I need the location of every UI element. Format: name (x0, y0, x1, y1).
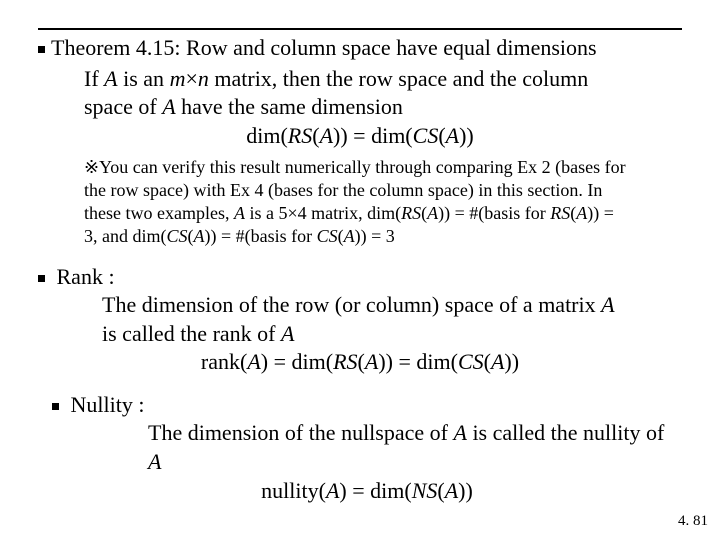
text: space of (84, 94, 162, 119)
text: )) = (587, 203, 614, 223)
note-line-2: the row space) with Ex 4 (bases for the … (84, 180, 602, 200)
var-A: A (281, 321, 294, 346)
rank-heading: Rank : (57, 264, 115, 289)
var-A: A (194, 226, 205, 246)
rs: RS (401, 203, 421, 223)
var-A: A (247, 349, 260, 374)
var-A: A (320, 123, 333, 148)
nullity-line-1: The dimension of the nullspace of A is c… (148, 419, 682, 476)
cs: CS (458, 349, 484, 374)
text: )) (458, 478, 473, 503)
rank-equation: rank(A) = dim(RS(A)) = dim(CS(A)) (38, 348, 682, 377)
text: The dimension of the nullspace of (148, 420, 453, 445)
text: is called the rank of (102, 321, 281, 346)
text: )) = 3 (355, 226, 395, 246)
text: )) = #(basis for (438, 203, 550, 223)
theorem-equation: dim(RS(A)) = dim(CS(A)) (38, 122, 682, 151)
text: have the same dimension (176, 94, 403, 119)
rs: RS (333, 349, 357, 374)
var-A: A (344, 226, 355, 246)
text: ) = dim( (339, 478, 411, 503)
var-A: A (365, 349, 378, 374)
square-bullet-icon (52, 403, 59, 410)
nullity-equation: nullity(A) = dim(NS(A)) (52, 477, 682, 506)
text: nullity( (261, 478, 326, 503)
rank-heading-line: Rank : (38, 263, 682, 292)
rank-block: Rank : The dimension of the row (or colu… (38, 263, 682, 377)
rank-line-1: The dimension of the row (or column) spa… (102, 291, 682, 320)
text: matrix, then the row space and the colum… (209, 66, 588, 91)
var-A: A (445, 478, 458, 503)
text: )) (459, 123, 474, 148)
text: is called the nullity of (467, 420, 664, 445)
var-A: A (601, 292, 614, 317)
text: )) = #(basis for (205, 226, 317, 246)
var-A: A (453, 420, 466, 445)
text: )) = dim( (378, 349, 458, 374)
var-A: A (326, 478, 339, 503)
nullity-heading: Nullity : (71, 392, 145, 417)
nullity-block: Nullity : The dimension of the nullspace… (52, 391, 682, 505)
ns: NS (412, 478, 438, 503)
text: )) = dim( (333, 123, 413, 148)
var-A: A (427, 203, 438, 223)
text: is a 5×4 matrix, dim( (245, 203, 401, 223)
theorem-title-line: Theorem 4.15: Row and column space have … (38, 34, 682, 63)
var-A: A (446, 123, 459, 148)
text: The dimension of the row (or column) spa… (102, 292, 601, 317)
var-n: n (198, 66, 209, 91)
square-bullet-icon (38, 46, 45, 53)
rank-line-2: is called the rank of A (102, 320, 682, 349)
text: )) (504, 349, 519, 374)
text: If (84, 66, 104, 91)
text: ( (312, 123, 319, 148)
var-m: m (170, 66, 186, 91)
theorem-title: Theorem 4.15: Row and column space have … (51, 35, 597, 60)
text: dim( (246, 123, 288, 148)
cs: CS (413, 123, 439, 148)
text: ( (484, 349, 491, 374)
var-A: A (148, 449, 161, 474)
cs: CS (317, 226, 338, 246)
text: ( (437, 478, 444, 503)
theorem-body-1: If A is an m×n matrix, then the row spac… (84, 65, 682, 94)
text: ( (438, 123, 445, 148)
var-A: A (491, 349, 504, 374)
cs: CS (167, 226, 188, 246)
theorem-body-2: space of A have the same dimension (84, 93, 682, 122)
square-bullet-icon (38, 275, 45, 282)
rs: RS (550, 203, 570, 223)
text: ) = dim( (261, 349, 333, 374)
slide-content: Theorem 4.15: Row and column space have … (38, 34, 682, 505)
var-A: A (104, 66, 117, 91)
var-A: A (162, 94, 175, 119)
var-A: A (576, 203, 587, 223)
nullity-heading-line: Nullity : (52, 391, 682, 420)
note-line-1: You can verify this result numerically t… (99, 157, 626, 177)
rs: RS (288, 123, 312, 148)
var-A: A (234, 203, 245, 223)
horizontal-rule (38, 28, 682, 30)
note-mark: ※ (84, 157, 99, 177)
text: these two examples, (84, 203, 234, 223)
text: is an (118, 66, 170, 91)
cross-symbol: × (185, 66, 197, 91)
text: 3, and dim( (84, 226, 167, 246)
text: ( (358, 349, 365, 374)
note-block: ※You can verify this result numerically … (84, 156, 676, 248)
text: rank( (201, 349, 247, 374)
page-number: 4. 81 (678, 513, 708, 530)
